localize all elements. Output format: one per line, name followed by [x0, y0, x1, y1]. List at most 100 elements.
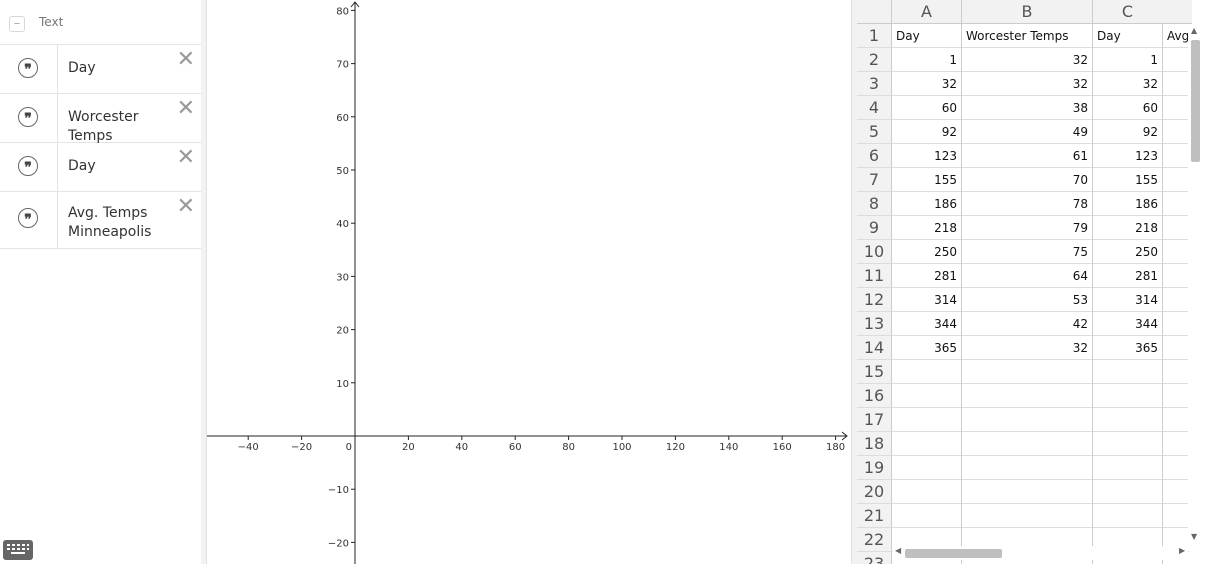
spreadsheet-cell[interactable]: [1163, 360, 1189, 384]
row-header[interactable]: 17: [857, 408, 892, 432]
spreadsheet-cell[interactable]: 123: [892, 144, 962, 168]
row-header[interactable]: 8: [857, 192, 892, 216]
row-header[interactable]: 14: [857, 336, 892, 360]
keyboard-icon[interactable]: [3, 540, 33, 560]
spreadsheet-cell[interactable]: [1163, 288, 1189, 312]
spreadsheet-cell[interactable]: [1163, 168, 1189, 192]
row-header[interactable]: 4: [857, 96, 892, 120]
spreadsheet-cell[interactable]: [1163, 48, 1189, 72]
spreadsheet-cell[interactable]: [962, 456, 1093, 480]
spreadsheet-cell[interactable]: 281: [892, 264, 962, 288]
spreadsheet-cell[interactable]: [1163, 120, 1189, 144]
spreadsheet-cell[interactable]: [1163, 312, 1189, 336]
spreadsheet-cell[interactable]: 344: [1093, 312, 1163, 336]
row-header[interactable]: 23: [857, 552, 892, 564]
spreadsheet-cell[interactable]: [962, 480, 1093, 504]
spreadsheet-cell[interactable]: 92: [1093, 120, 1163, 144]
spreadsheet-cell[interactable]: [1163, 96, 1189, 120]
spreadsheet-cell[interactable]: [962, 384, 1093, 408]
spreadsheet-view[interactable]: ABC 1 Day Worcester Temps Day Avg 2 1 32 1 3 32 32 3…: [857, 0, 1205, 564]
spreadsheet-cell[interactable]: 155: [1093, 168, 1163, 192]
spreadsheet-cell[interactable]: [1163, 408, 1189, 432]
row-header[interactable]: 3: [857, 72, 892, 96]
spreadsheet-cell[interactable]: 365: [892, 336, 962, 360]
close-icon[interactable]: ✕: [177, 98, 195, 120]
spreadsheet-cell[interactable]: 218: [892, 216, 962, 240]
scrollbar-thumb[interactable]: [905, 549, 1002, 558]
text-marble[interactable]: ❞: [0, 143, 58, 191]
scroll-left-icon[interactable]: ◀: [895, 546, 901, 555]
spreadsheet-cell[interactable]: Worcester Temps: [962, 24, 1093, 48]
spreadsheet-cell[interactable]: 32: [962, 72, 1093, 96]
spreadsheet-cell[interactable]: 92: [892, 120, 962, 144]
spreadsheet-cell[interactable]: 281: [1093, 264, 1163, 288]
spreadsheet-cell[interactable]: 32: [892, 72, 962, 96]
row-header[interactable]: 19: [857, 456, 892, 480]
spreadsheet-cell[interactable]: 250: [1093, 240, 1163, 264]
spreadsheet-cell[interactable]: [892, 384, 962, 408]
spreadsheet-cell[interactable]: [1163, 432, 1189, 456]
spreadsheet-cell[interactable]: 79: [962, 216, 1093, 240]
spreadsheet-cell[interactable]: [1163, 336, 1189, 360]
row-header[interactable]: 20: [857, 480, 892, 504]
collapse-button[interactable]: –: [9, 16, 25, 32]
spreadsheet-cell[interactable]: [892, 480, 962, 504]
column-header-b[interactable]: B: [962, 0, 1093, 24]
spreadsheet-cell[interactable]: 32: [962, 336, 1093, 360]
spreadsheet-cell[interactable]: 314: [892, 288, 962, 312]
vertical-scrollbar[interactable]: ▲ ▼: [1188, 24, 1202, 544]
row-header[interactable]: 18: [857, 432, 892, 456]
text-marble[interactable]: ❞: [0, 94, 58, 142]
column-header-c[interactable]: C: [1093, 0, 1163, 24]
row-header[interactable]: 6: [857, 144, 892, 168]
row-header[interactable]: 22: [857, 528, 892, 552]
spreadsheet-cell[interactable]: 365: [1093, 336, 1163, 360]
text-marble[interactable]: ❞: [0, 192, 58, 248]
spreadsheet-cell[interactable]: 53: [962, 288, 1093, 312]
spreadsheet-cell[interactable]: 218: [1093, 216, 1163, 240]
scrollbar-thumb[interactable]: [1191, 40, 1200, 162]
spreadsheet-cell[interactable]: [962, 360, 1093, 384]
row-header[interactable]: 16: [857, 384, 892, 408]
spreadsheet-cell[interactable]: [962, 408, 1093, 432]
spreadsheet-cell[interactable]: [892, 432, 962, 456]
spreadsheet-cell[interactable]: 61: [962, 144, 1093, 168]
spreadsheet-cell[interactable]: 155: [892, 168, 962, 192]
spreadsheet-cell[interactable]: [892, 360, 962, 384]
spreadsheet-cell[interactable]: [892, 504, 962, 528]
spreadsheet-cell[interactable]: 250: [892, 240, 962, 264]
scroll-up-icon[interactable]: ▲: [1191, 26, 1197, 35]
spreadsheet-cell[interactable]: [892, 456, 962, 480]
spreadsheet-cell[interactable]: [1163, 456, 1189, 480]
spreadsheet-cell[interactable]: [1093, 408, 1163, 432]
spreadsheet-cell[interactable]: 42: [962, 312, 1093, 336]
row-header[interactable]: 12: [857, 288, 892, 312]
spreadsheet-cell[interactable]: 186: [892, 192, 962, 216]
spreadsheet-cell[interactable]: [1093, 504, 1163, 528]
spreadsheet-cell[interactable]: Day: [1093, 24, 1163, 48]
column-header-a[interactable]: A: [892, 0, 962, 24]
spreadsheet-cell[interactable]: 75: [962, 240, 1093, 264]
spreadsheet-cell[interactable]: [1163, 480, 1189, 504]
spreadsheet-cell[interactable]: Day: [892, 24, 962, 48]
spreadsheet-cell[interactable]: [1093, 456, 1163, 480]
algebra-item[interactable]: ❞ Day ✕: [0, 143, 201, 192]
spreadsheet-cell[interactable]: 49: [962, 120, 1093, 144]
algebra-item[interactable]: ❞ Worcester Temps ✕: [0, 94, 201, 144]
algebra-item-text[interactable]: Day: [68, 59, 176, 78]
spreadsheet-cell[interactable]: 186: [1093, 192, 1163, 216]
spreadsheet-cell[interactable]: [1093, 360, 1163, 384]
spreadsheet-cell[interactable]: [1163, 264, 1189, 288]
row-header[interactable]: 15: [857, 360, 892, 384]
spreadsheet-cell[interactable]: [1093, 480, 1163, 504]
scroll-right-icon[interactable]: ▶: [1179, 546, 1185, 555]
spreadsheet-cell[interactable]: 1: [1093, 48, 1163, 72]
spreadsheet-cell[interactable]: [1163, 216, 1189, 240]
horizontal-scrollbar[interactable]: ◀ ▶: [893, 546, 1188, 560]
spreadsheet-cell[interactable]: 32: [962, 48, 1093, 72]
spreadsheet-cell[interactable]: [1163, 240, 1189, 264]
spreadsheet-cell[interactable]: 314: [1093, 288, 1163, 312]
coordinate-axes[interactable]: −40 −20 0 20 40 60 80 100 120 140 160 180 80 70 60 50 40…: [207, 0, 851, 564]
row-header[interactable]: 2: [857, 48, 892, 72]
row-header[interactable]: 11: [857, 264, 892, 288]
